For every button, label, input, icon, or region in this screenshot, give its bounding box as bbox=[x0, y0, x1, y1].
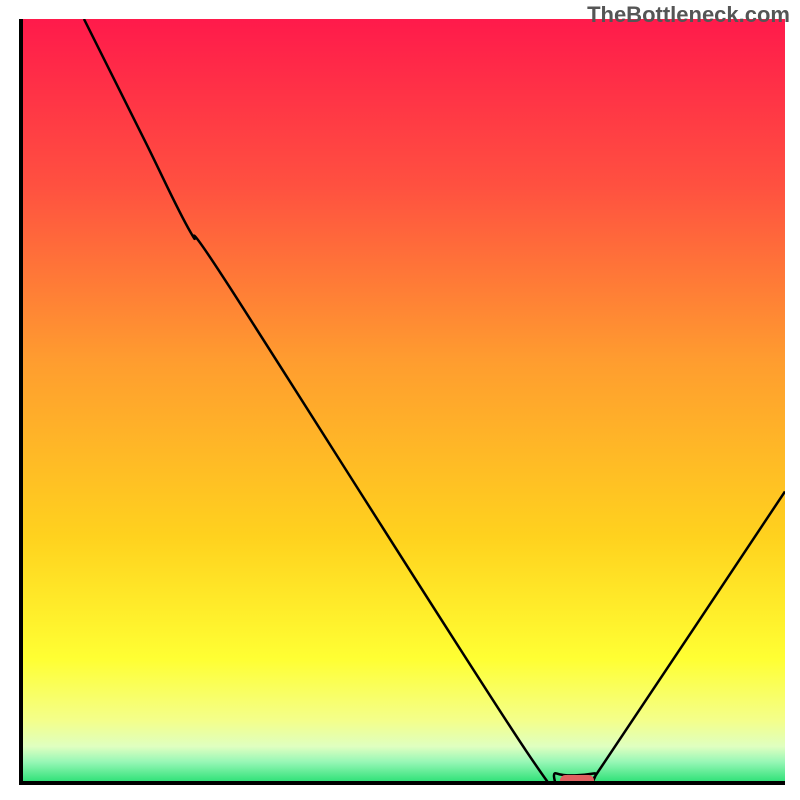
background-gradient bbox=[23, 19, 785, 781]
watermark-text: TheBottleneck.com bbox=[587, 2, 790, 28]
plot-area bbox=[19, 19, 785, 785]
